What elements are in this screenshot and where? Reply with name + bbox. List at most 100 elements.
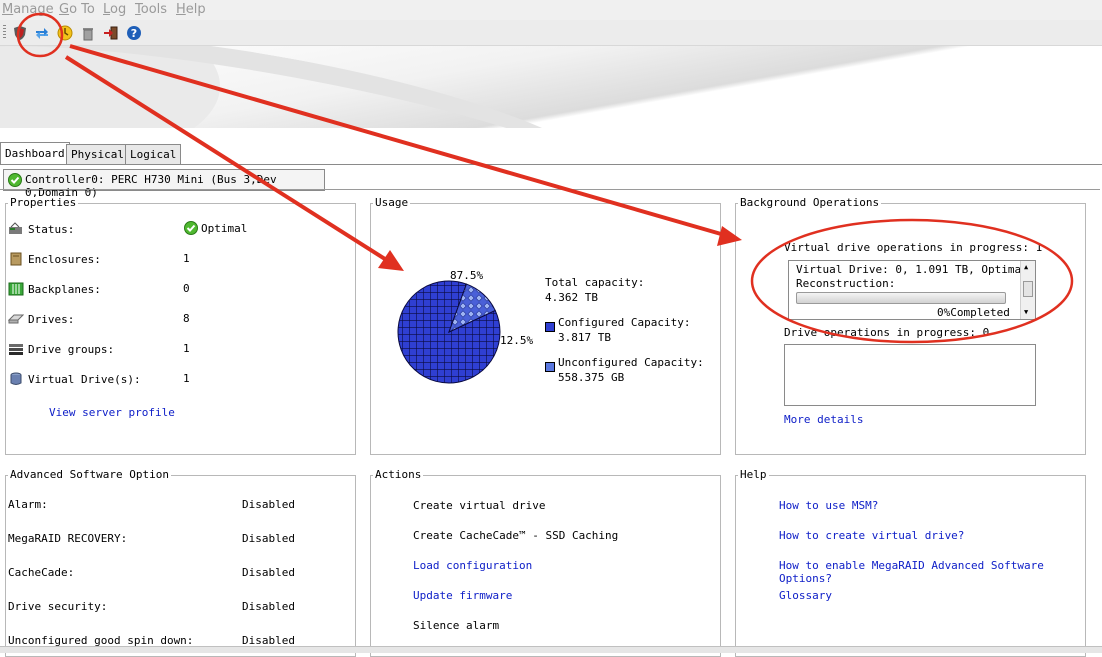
drive-ops-label: Drive operations in progress: 0 [784, 326, 990, 339]
menu-tools[interactable]: Tools [135, 2, 167, 17]
virtual-drive-icon [8, 372, 24, 386]
actions-title: Actions [373, 468, 424, 481]
advanced-software-group: Advanced Software Option Alarm: Disabled… [5, 469, 356, 657]
status-value: Optimal [184, 221, 247, 235]
toolbar-grip[interactable] [3, 25, 6, 40]
virtual-drives-label: Virtual Drive(s): [28, 372, 141, 386]
unconfigured-pct-label: 12.5% [500, 334, 534, 347]
toolbar: ? [0, 20, 1102, 46]
create-cachecade-action[interactable]: Create CacheCade™ - SSD Caching [413, 529, 618, 542]
drive-group-icon [8, 342, 24, 356]
reconstruction-progress [796, 292, 1006, 304]
configured-capacity-value: 3.817 TB [558, 331, 611, 344]
backplanes-row: Backplanes: [8, 281, 101, 297]
scroll-up-arrow-icon[interactable]: ▲ [1024, 263, 1028, 271]
vd-ops-label: Virtual drive operations in progress: 1 [784, 241, 1043, 254]
clock-icon[interactable] [56, 24, 73, 41]
menu-tools-rest: ools [140, 2, 168, 17]
configured-capacity-label: Configured Capacity: [558, 316, 691, 329]
banner [0, 46, 1102, 128]
trash-icon[interactable] [79, 24, 96, 41]
tab-logical[interactable]: Logical [125, 144, 182, 165]
virtual-drives-value: 1 [183, 372, 190, 385]
menu-manage-rest: anage [13, 2, 54, 17]
drives-value: 8 [183, 312, 190, 325]
backplanes-label: Backplanes: [28, 282, 101, 296]
drives-row: Drives: [8, 311, 74, 327]
menu-help-rest: elp [185, 2, 206, 17]
tab-physical[interactable]: Physical [66, 144, 129, 165]
controller-tab[interactable]: Controller0: PERC H730 Mini (Bus 3,Dev 0… [3, 169, 325, 199]
vd-ops-list[interactable]: Virtual Drive: 0, 1.091 TB, Optimal Reco… [788, 260, 1036, 320]
drive-icon [8, 312, 24, 326]
cachecade-value: Disabled [242, 566, 295, 579]
menu-help[interactable]: Help [176, 2, 206, 17]
help-icon[interactable]: ? [125, 24, 142, 41]
exit-icon[interactable] [102, 24, 119, 41]
status-icon [8, 222, 24, 236]
properties-group: Properties Status: Optimal Enclosures: 1… [5, 197, 356, 455]
menu-manage[interactable]: Manage [2, 2, 54, 17]
silence-alarm-action[interactable]: Silence alarm [413, 619, 499, 632]
check-icon [8, 173, 22, 187]
megaraid-recovery-value: Disabled [242, 532, 295, 545]
usage-title: Usage [373, 196, 411, 209]
shield-icon[interactable] [11, 24, 28, 41]
enclosures-label: Enclosures: [28, 252, 101, 266]
legend-unconfigured-swatch [545, 362, 555, 372]
drive-ops-list[interactable] [784, 344, 1036, 406]
total-capacity-value: 4.362 TB [545, 291, 598, 304]
status-row: Status: [8, 221, 74, 237]
tab-divider [0, 164, 1102, 165]
tab-dashboard[interactable]: Dashboard [0, 142, 70, 165]
properties-title: Properties [8, 196, 79, 209]
menu-log[interactable]: Log [103, 2, 126, 17]
menubar: Manage Go To Log Tools Help [0, 0, 1102, 20]
actions-group: Actions Create virtual drive Create Cach… [370, 469, 721, 657]
total-capacity-label: Total capacity: [545, 276, 645, 289]
optimal-check-icon [184, 221, 198, 235]
view-server-profile-link[interactable]: View server profile [49, 406, 175, 419]
enclosures-value: 1 [183, 252, 190, 265]
status-label: Status: [28, 222, 75, 236]
vd-ops-line1: Virtual Drive: 0, 1.091 TB, Optimal [796, 263, 1028, 276]
drives-label: Drives: [28, 312, 75, 326]
unconfigured-capacity-value: 558.375 GB [558, 371, 625, 384]
usage-group: Usage 87.5% 12.5% Total capacity: 4.362 … [370, 197, 721, 455]
alarm-value: Disabled [242, 498, 295, 511]
scroll-down-arrow-icon[interactable]: ▼ [1024, 308, 1028, 316]
svg-text:?: ? [130, 27, 136, 40]
backplane-icon [8, 282, 24, 296]
menu-goto[interactable]: Go To [59, 2, 95, 17]
create-virtual-drive-action[interactable]: Create virtual drive [413, 499, 545, 512]
menu-log-rest: og [110, 2, 127, 17]
scroll-thumb[interactable] [1023, 281, 1033, 297]
enclosures-row: Enclosures: [8, 251, 101, 267]
drive-groups-label: Drive groups: [28, 342, 115, 356]
background-ops-title: Background Operations [738, 196, 882, 209]
load-configuration-action[interactable]: Load configuration [413, 559, 532, 572]
menu-goto-rest: o To [69, 2, 95, 17]
usage-pie-chart [397, 280, 501, 384]
help-link-glossary[interactable]: Glossary [779, 589, 832, 602]
status-value-text: Optimal [201, 221, 248, 235]
vd-ops-scrollbar[interactable]: ▲ ▼ [1020, 261, 1035, 319]
unconfigured-capacity-label: Unconfigured Capacity: [558, 356, 704, 369]
help-link-create-vd[interactable]: How to create virtual drive? [779, 529, 964, 542]
megaraid-recovery-label: MegaRAID RECOVERY: [8, 532, 128, 545]
help-link-use-msm[interactable]: How to use MSM? [779, 499, 878, 512]
drive-groups-row: Drive groups: [8, 341, 114, 357]
background-ops-group: Background Operations Virtual drive oper… [735, 197, 1086, 455]
drive-security-value: Disabled [242, 600, 295, 613]
configured-pct-label: 87.5% [450, 269, 484, 282]
help-link-enable-options[interactable]: How to enable MegaRAID Advanced Software… [779, 559, 1085, 585]
legend-configured-swatch [545, 322, 555, 332]
drive-groups-value: 1 [183, 342, 190, 355]
alarm-label: Alarm: [8, 498, 48, 511]
enclosure-icon [8, 252, 24, 266]
refresh-icon[interactable] [33, 24, 50, 41]
more-details-link[interactable]: More details [784, 413, 863, 426]
update-firmware-action[interactable]: Update firmware [413, 589, 512, 602]
backplanes-value: 0 [183, 282, 190, 295]
vd-ops-line2: Reconstruction: [796, 277, 896, 290]
